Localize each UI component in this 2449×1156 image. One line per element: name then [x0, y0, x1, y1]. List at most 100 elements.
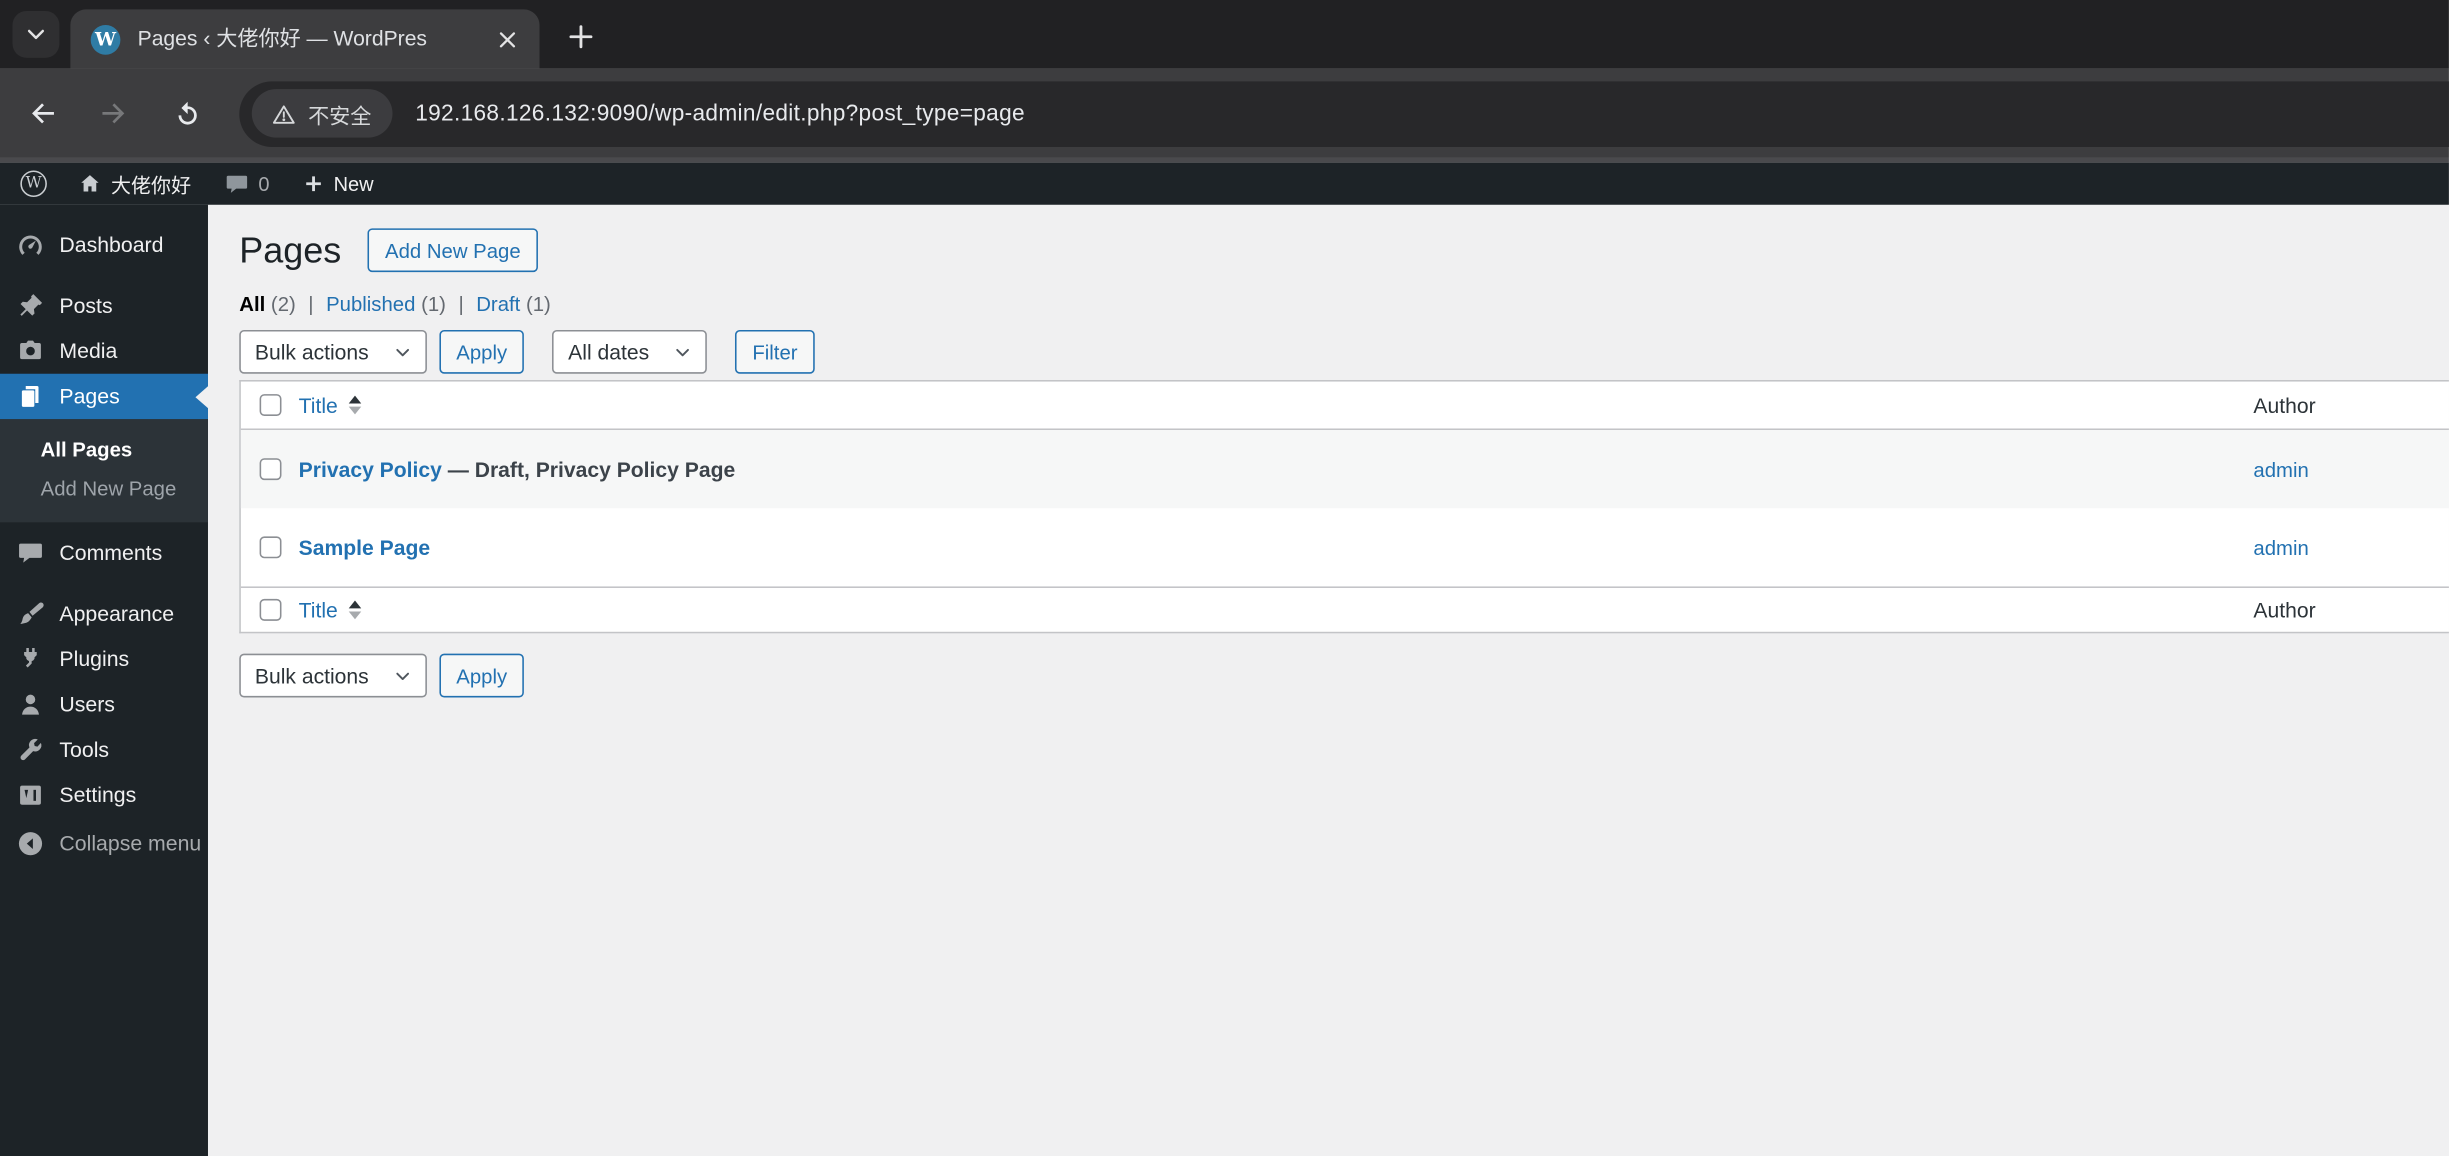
dashboard-icon: [16, 230, 46, 260]
main-content: Pages Add New Page All (2) | Published (…: [207, 204, 2449, 1156]
filter-published-link[interactable]: Published (1): [326, 292, 446, 315]
filter-button[interactable]: Filter: [735, 329, 815, 374]
paintbrush-icon: [16, 599, 46, 629]
browser-toolbar: 不安全 192.168.126.132:9090/wp-admin/edit.p…: [0, 68, 2449, 158]
tab-close-icon[interactable]: [494, 26, 521, 53]
tab-actions-button[interactable]: [12, 10, 60, 58]
sidebar-item-label: Posts: [59, 293, 113, 318]
sidebar-item-label: Users: [59, 692, 115, 717]
address-bar[interactable]: 不安全 192.168.126.132:9090/wp-admin/edit.p…: [239, 80, 2449, 147]
filter-label: Draft: [476, 292, 521, 316]
sidebar-item-label: Tools: [59, 738, 110, 762]
home-icon: [78, 172, 101, 195]
author-link[interactable]: admin: [2253, 536, 2308, 559]
select-all-checkbox[interactable]: [258, 598, 281, 621]
author-link[interactable]: admin: [2253, 457, 2308, 480]
filter-label: All: [239, 292, 266, 316]
site-name-menu[interactable]: 大佬你好: [66, 163, 204, 205]
plus-icon: [569, 25, 593, 49]
sidebar-item-label: Media: [59, 339, 118, 363]
security-chip[interactable]: 不安全: [251, 89, 392, 138]
dates-filter-select[interactable]: All dates: [552, 329, 708, 374]
page-title-link[interactable]: Privacy Policy: [299, 457, 442, 480]
sidebar-item-media[interactable]: Media: [0, 328, 208, 373]
wp-admin-bar: W 大佬你好 0 New: [0, 162, 2449, 205]
table-row: Sample Page admin: [241, 508, 2449, 586]
apply-button[interactable]: Apply: [439, 329, 525, 374]
page-header: Pages Add New Page: [239, 228, 2449, 273]
page-title-link[interactable]: Sample Page: [299, 536, 430, 559]
reload-button[interactable]: [161, 87, 214, 140]
pushpin-icon: [16, 291, 46, 321]
wordpress-favicon-icon: W: [90, 24, 121, 54]
row-title-cell: Sample Page: [299, 536, 2254, 559]
title-header-cell: Title: [299, 393, 2254, 417]
chevron-down-icon: [25, 23, 47, 45]
table-header-row: Title Author: [240, 382, 2449, 431]
forward-button[interactable]: [86, 87, 139, 140]
author-footer-cell: Author: [2253, 598, 2316, 622]
screen: W Pages ‹ 大佬你好 — WordPres 不安全 192.168.12…: [0, 0, 2449, 1156]
title-footer-cell: Title: [299, 598, 2254, 622]
comments-menu[interactable]: 0: [213, 163, 282, 205]
apply-button-bottom[interactable]: Apply: [439, 653, 525, 698]
row-checkbox[interactable]: [258, 458, 281, 481]
row-checkbox[interactable]: [258, 536, 281, 559]
filter-draft-link[interactable]: Draft (1): [476, 292, 551, 315]
filter-count: (1): [421, 292, 446, 316]
title-sort-link[interactable]: Title: [299, 598, 338, 621]
filter-all-link[interactable]: All (2): [239, 292, 296, 315]
sidebar-item-posts[interactable]: Posts: [0, 283, 208, 328]
comment-bubble-icon: [225, 173, 248, 195]
sidebar-item-plugins[interactable]: Plugins: [0, 636, 208, 681]
site-name: 大佬你好: [111, 173, 192, 198]
row-checkbox-cell: [241, 536, 299, 559]
title-sort-link[interactable]: Title: [299, 393, 338, 416]
sidebar-item-dashboard[interactable]: Dashboard: [0, 222, 208, 267]
post-state: — Draft, Privacy Policy Page: [441, 457, 736, 481]
filter-count: (2): [270, 292, 296, 316]
sidebar-item-pages[interactable]: Pages: [0, 373, 208, 420]
user-icon: [16, 690, 46, 720]
new-content-menu[interactable]: New: [291, 163, 386, 205]
sidebar-item-label: Settings: [59, 783, 137, 807]
browser-tab[interactable]: W Pages ‹ 大佬你好 — WordPres: [70, 9, 540, 69]
bulk-actions-select-bottom[interactable]: Bulk actions: [239, 653, 427, 698]
author-header-cell: Author: [2253, 393, 2316, 417]
plus-icon: [304, 174, 324, 194]
wp-logo-menu[interactable]: W: [17, 163, 59, 205]
table-toolbar-bottom: Bulk actions Apply: [239, 653, 2449, 698]
settings-icon: [16, 780, 46, 810]
media-icon: [16, 336, 46, 366]
header-checkbox-cell: [241, 394, 299, 416]
warning-icon: [272, 102, 295, 124]
new-tab-button[interactable]: [563, 19, 599, 55]
sidebar-item-comments[interactable]: Comments: [0, 530, 208, 575]
collapse-menu-button[interactable]: Collapse menu: [0, 821, 208, 866]
submenu-all-pages[interactable]: All Pages: [0, 430, 208, 469]
url-text[interactable]: 192.168.126.132:9090/wp-admin/edit.php?p…: [415, 101, 1025, 126]
sidebar-item-users[interactable]: Users: [0, 682, 208, 727]
bulk-actions-select[interactable]: Bulk actions: [239, 329, 427, 374]
tab-title-wrap: Pages ‹ 大佬你好 — WordPres: [138, 23, 485, 55]
collapse-arrow-icon: [16, 829, 46, 859]
sidebar-item-appearance[interactable]: Appearance: [0, 591, 208, 636]
chevron-down-icon: [676, 348, 690, 356]
sidebar-item-label: Plugins: [59, 647, 130, 671]
browser-tab-strip: W Pages ‹ 大佬你好 — WordPres: [0, 0, 2449, 69]
select-value: Bulk actions: [254, 663, 369, 688]
sidebar-item-label: Pages: [59, 384, 120, 409]
add-new-page-button[interactable]: Add New Page: [367, 228, 538, 273]
sidebar-item-settings[interactable]: Settings: [0, 773, 208, 818]
table-toolbar-top: Bulk actions Apply All dates Filter: [239, 329, 2449, 374]
filter-count: (1): [525, 292, 551, 316]
select-all-checkbox[interactable]: [258, 394, 281, 416]
filter-label: Published: [326, 292, 416, 316]
submenu-add-new-page[interactable]: Add New Page: [0, 469, 208, 508]
pages-icon: [16, 382, 46, 412]
sidebar-item-tools[interactable]: Tools: [0, 727, 208, 772]
page-body: Dashboard Posts Media Pages All Pages Ad…: [0, 204, 2449, 1156]
admin-sidebar: Dashboard Posts Media Pages All Pages Ad…: [0, 204, 208, 1156]
plug-icon: [16, 644, 46, 674]
back-button[interactable]: [16, 87, 69, 140]
